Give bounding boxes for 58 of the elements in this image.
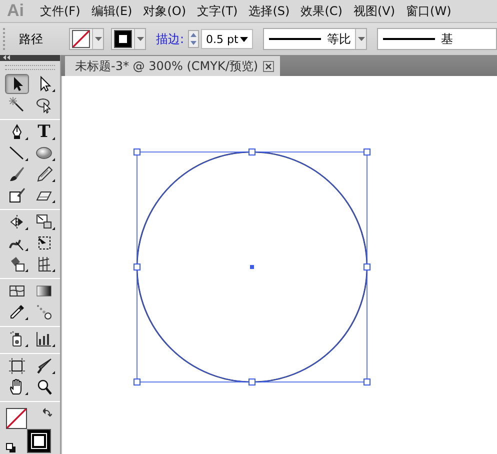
flyout-corner-icon[interactable]: [25, 344, 28, 347]
default-colors-icon[interactable]: [6, 442, 16, 453]
caret-icon[interactable]: [240, 36, 248, 42]
selection-tool[interactable]: [5, 74, 29, 94]
paintbrush-icon: [8, 164, 26, 183]
menu-item[interactable]: 窗口(W): [406, 2, 452, 20]
flyout-corner-icon[interactable]: [52, 178, 55, 182]
type-tool[interactable]: T: [32, 122, 56, 142]
flyout-corner-icon[interactable]: [25, 316, 28, 320]
fill-color-swatch[interactable]: [6, 408, 27, 429]
stroke-weight-field[interactable]: 0.5 pt: [201, 29, 254, 49]
flyout-corner-icon[interactable]: [52, 200, 55, 203]
knife-icon: [35, 356, 53, 375]
lasso-icon: [35, 96, 53, 114]
stroke-link[interactable]: 描边:: [156, 30, 184, 48]
flyout-corner-icon[interactable]: [52, 88, 55, 92]
spinner-icon[interactable]: [188, 30, 200, 48]
flyout-corner-icon[interactable]: [52, 370, 55, 374]
app-logo: Ai: [7, 1, 24, 21]
width-profile-dropdown[interactable]: 等比: [263, 28, 368, 50]
free-transform-icon: [35, 234, 53, 252]
menu-item[interactable]: 编辑(E): [91, 2, 132, 20]
flyout-corner-icon[interactable]: [25, 226, 28, 230]
flyout-corner-icon[interactable]: [25, 136, 28, 140]
flyout-corner-icon[interactable]: [25, 248, 28, 251]
flyout-corner-icon[interactable]: [25, 158, 28, 161]
menu-item[interactable]: 文件(F): [40, 2, 80, 20]
bar-graph-icon: [35, 330, 53, 348]
menu-item[interactable]: 选择(S): [248, 2, 290, 20]
line-icon: [8, 144, 26, 162]
close-icon[interactable]: [263, 60, 274, 72]
flyout-corner-icon[interactable]: [25, 392, 28, 395]
flyout-corner-icon[interactable]: [52, 158, 55, 161]
document-tab[interactable]: 未标题-3* @ 300% (CMYK/预览): [65, 56, 280, 76]
flyout-corner-icon[interactable]: [52, 344, 55, 347]
pencil-icon: [35, 164, 53, 183]
flyout-corner-icon[interactable]: [52, 226, 55, 230]
flyout-corner-icon[interactable]: [52, 136, 55, 140]
menu-item[interactable]: 对象(O): [143, 2, 186, 20]
paint-bucket-icon: [8, 254, 26, 273]
fill-swatch[interactable]: [70, 30, 92, 48]
flyout-corner-icon[interactable]: [25, 268, 28, 272]
menu-item[interactable]: 效果(C): [300, 2, 342, 20]
stroke-swatch[interactable]: [112, 30, 134, 48]
menu-item[interactable]: 视图(V): [353, 2, 396, 20]
menu-item[interactable]: 文字(T): [197, 2, 238, 20]
eyedropper-icon: [8, 302, 26, 321]
magic-wand-icon: [8, 96, 26, 114]
brush-square-icon: [8, 186, 26, 204]
swap-arrow-icon[interactable]: [43, 408, 52, 417]
artboard-icon: [8, 356, 26, 375]
selection-type-label: 路径: [19, 30, 43, 48]
scale-icon: [35, 212, 53, 231]
stroke-color-swatch[interactable]: [27, 428, 51, 453]
zoom-icon: [35, 378, 53, 396]
blend-icon: [35, 302, 53, 321]
brush-dropdown[interactable]: 基: [377, 28, 497, 50]
flyout-corner-icon[interactable]: [52, 268, 55, 272]
